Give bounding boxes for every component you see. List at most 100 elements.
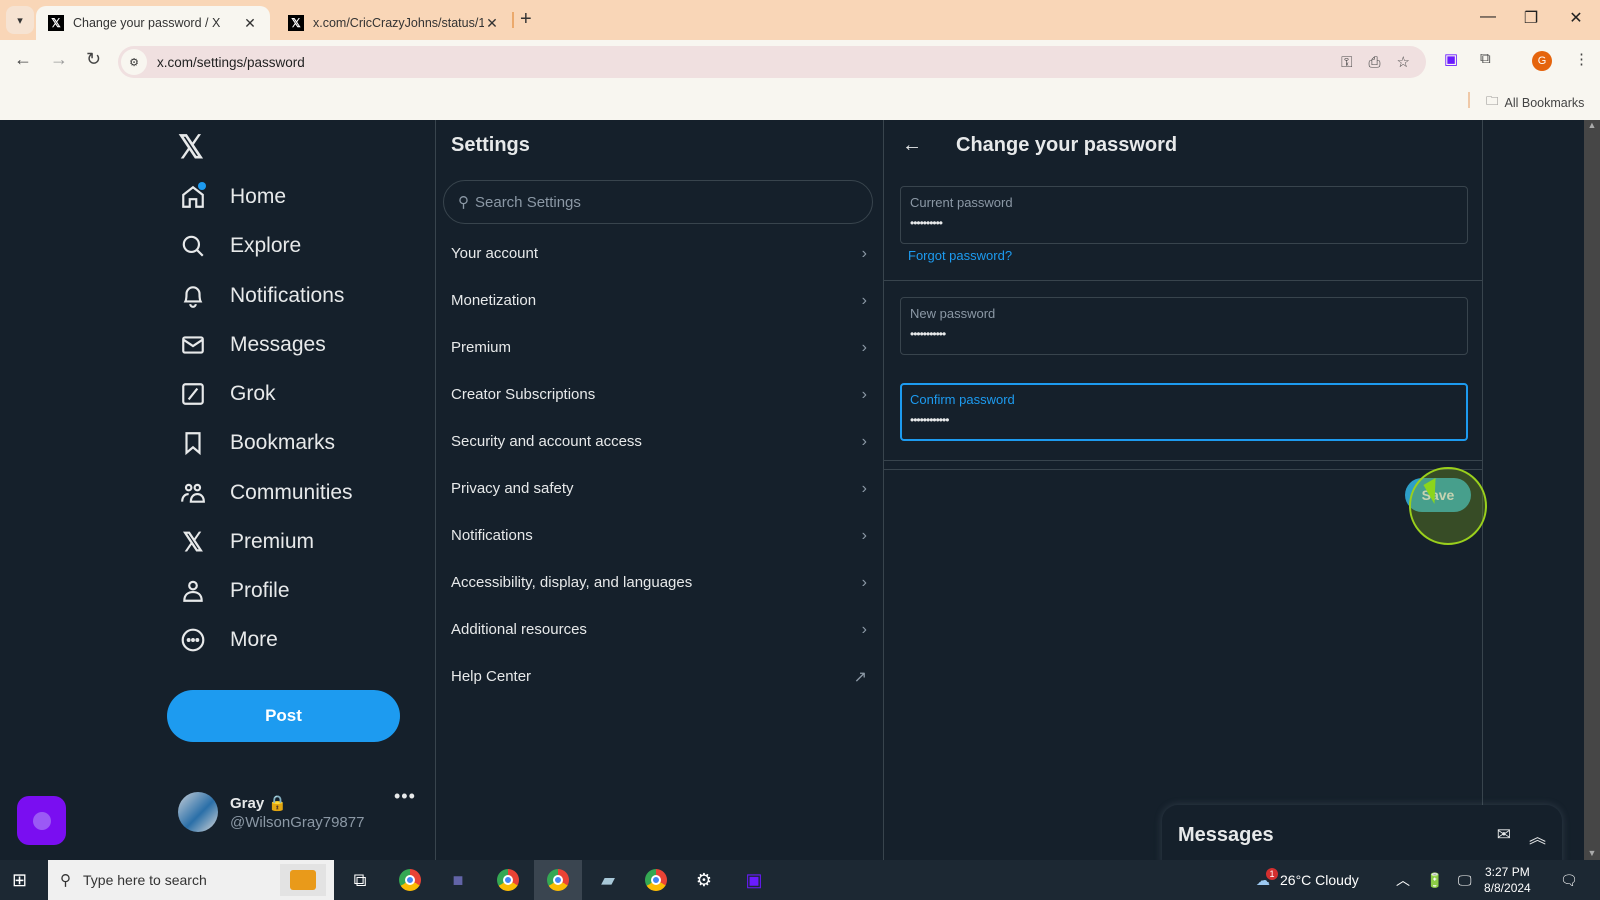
- chevron-right-icon: ›: [861, 526, 867, 544]
- settings-item-premium[interactable]: Premium ›: [435, 324, 883, 371]
- forward-icon[interactable]: →: [50, 49, 68, 70]
- close-tab-icon[interactable]: ✕: [484, 15, 500, 32]
- settings-item-label: Creator Subscriptions: [451, 386, 596, 403]
- address-bar[interactable]: ⚙ x.com/settings/password ⚿ ⎙ ☆: [118, 46, 1426, 78]
- chrome-profile-icon[interactable]: [484, 860, 532, 900]
- settings-gear-icon[interactable]: ⚙: [680, 860, 728, 900]
- bookmark-separator: [1468, 92, 1470, 108]
- clock[interactable]: 3:27 PM 8/8/2024: [1484, 864, 1531, 896]
- windows-start-icon[interactable]: ⊞: [12, 870, 27, 891]
- close-window-icon[interactable]: ✕: [1553, 8, 1599, 28]
- settings-item-creator-subscriptions[interactable]: Creator Subscriptions ›: [435, 371, 883, 418]
- nav-bookmarks[interactable]: Bookmarks: [178, 428, 335, 458]
- account-switcher[interactable]: Gray 🔒 @WilsonGray79877: [178, 792, 364, 832]
- url-text[interactable]: x.com/settings/password: [157, 55, 1341, 70]
- account-handle: @WilsonGray79877: [230, 813, 365, 831]
- settings-item-accessibility[interactable]: Accessibility, display, and languages ›: [435, 559, 883, 606]
- star-icon[interactable]: ☆: [1397, 53, 1410, 71]
- chevron-right-icon: ›: [861, 291, 867, 309]
- page-title: Change your password: [956, 134, 1178, 156]
- x-logo-icon[interactable]: 𝕏: [178, 128, 204, 166]
- battery-icon[interactable]: 🔋: [1426, 860, 1443, 900]
- briefcase-icon[interactable]: [280, 864, 326, 896]
- expand-up-icon[interactable]: ︽: [1529, 823, 1546, 848]
- teams-icon[interactable]: ■: [434, 860, 482, 900]
- site-info-icon[interactable]: ⚙: [121, 49, 147, 75]
- account-name: Gray: [230, 794, 265, 812]
- tab-search-button[interactable]: ▾: [6, 6, 34, 34]
- settings-item-additional-resources[interactable]: Additional resources ›: [435, 606, 883, 653]
- settings-item-label: Notifications: [451, 527, 533, 544]
- nav-label: More: [230, 628, 278, 651]
- reload-icon[interactable]: ↻: [86, 49, 101, 70]
- post-button[interactable]: Post: [167, 690, 400, 742]
- time: 3:27 PM: [1485, 865, 1530, 879]
- x-logo-icon: 𝕏: [48, 15, 64, 31]
- extension-icon[interactable]: ▣: [1444, 50, 1458, 68]
- chevron-right-icon: ›: [861, 573, 867, 591]
- nav-premium[interactable]: 𝕏 Premium: [178, 527, 315, 557]
- tab-change-password[interactable]: 𝕏 Change your password / X ✕: [36, 6, 270, 40]
- field-value[interactable]: ••••••••••••: [910, 413, 1458, 427]
- network-icon[interactable]: 🖵: [1458, 860, 1472, 900]
- save-button[interactable]: Save: [1405, 478, 1471, 512]
- notes-app-icon[interactable]: ▰: [584, 860, 632, 900]
- settings-item-notifications[interactable]: Notifications ›: [435, 512, 883, 559]
- chrome-active-icon[interactable]: [534, 860, 582, 900]
- messages-drawer[interactable]: Messages ✉ ︽: [1162, 805, 1562, 860]
- action-center-icon[interactable]: 🗨: [1560, 860, 1578, 900]
- section-divider: [884, 280, 1482, 281]
- taskbar-search-input[interactable]: ⚲ Type here to search: [48, 860, 334, 900]
- all-bookmarks-button[interactable]: 🗀 All Bookmarks: [1486, 92, 1584, 113]
- puzzle-icon[interactable]: ⧉: [1480, 50, 1491, 67]
- settings-item-help-center[interactable]: Help Center ↗: [435, 653, 883, 700]
- settings-item-monetization[interactable]: Monetization ›: [435, 277, 883, 324]
- chrome-icon[interactable]: [386, 860, 434, 900]
- key-icon[interactable]: ⚿: [1341, 54, 1352, 71]
- menu-kebab-icon[interactable]: ⋮: [1574, 50, 1589, 68]
- nav-more[interactable]: More: [178, 625, 278, 655]
- restore-icon[interactable]: ❐: [1508, 8, 1554, 28]
- tab-status[interactable]: 𝕏 x.com/CricCrazyJohns/status/18 ✕: [276, 6, 512, 40]
- page-scrollbar[interactable]: ▲ ▼: [1584, 120, 1600, 860]
- profile-avatar[interactable]: G: [1532, 51, 1552, 71]
- nav-communities[interactable]: Communities: [178, 478, 353, 508]
- back-arrow-icon[interactable]: ←: [902, 134, 922, 157]
- field-value[interactable]: ••••••••••: [910, 216, 1458, 230]
- field-value[interactable]: •••••••••••: [910, 327, 1458, 341]
- settings-item-privacy[interactable]: Privacy and safety ›: [435, 465, 883, 512]
- external-link-icon: ↗: [853, 668, 867, 686]
- settings-item-security[interactable]: Security and account access ›: [435, 418, 883, 465]
- weather-widget[interactable]: ☁ 1 26°C Cloudy: [1256, 860, 1359, 900]
- close-tab-icon[interactable]: ✕: [242, 15, 258, 32]
- new-password-field[interactable]: New password •••••••••••: [900, 297, 1468, 355]
- show-hidden-icons[interactable]: ︿: [1396, 860, 1410, 900]
- nav-explore[interactable]: Explore: [178, 231, 301, 261]
- install-app-icon[interactable]: ⎙: [1369, 54, 1381, 71]
- task-view-icon[interactable]: ⧉: [336, 860, 384, 900]
- current-password-field[interactable]: Current password ••••••••••: [900, 186, 1468, 244]
- forgot-password-link[interactable]: Forgot password?: [908, 248, 1012, 263]
- browser-tab-strip: ▾ 𝕏 Change your password / X ✕ 𝕏 x.com/C…: [0, 0, 1600, 40]
- app-launcher-icon[interactable]: ▣: [730, 860, 778, 900]
- nav-notifications[interactable]: Notifications: [178, 281, 344, 311]
- new-message-icon[interactable]: ✉: [1497, 825, 1511, 845]
- back-icon[interactable]: ←: [14, 49, 32, 70]
- chrome-profile-icon[interactable]: [632, 860, 680, 900]
- search-settings-input[interactable]: ⚲ Search Settings: [443, 180, 873, 224]
- nav-grok[interactable]: Grok: [178, 379, 276, 409]
- all-bookmarks-label: All Bookmarks: [1504, 95, 1585, 110]
- new-tab-button[interactable]: +: [520, 8, 532, 31]
- settings-item-label: Premium: [451, 339, 512, 356]
- nav-messages[interactable]: Messages: [178, 330, 326, 360]
- grok-floating-button[interactable]: [17, 796, 66, 845]
- account-more-icon[interactable]: •••: [394, 786, 416, 807]
- confirm-password-field[interactable]: Confirm password ••••••••••••: [900, 383, 1468, 441]
- settings-item-label: Accessibility, display, and languages: [451, 574, 693, 591]
- nav-home[interactable]: Home: [178, 182, 286, 212]
- nav-profile[interactable]: Profile: [178, 576, 290, 606]
- scroll-down-icon[interactable]: ▼: [1584, 848, 1600, 858]
- scroll-up-icon[interactable]: ▲: [1584, 120, 1600, 130]
- minimize-icon[interactable]: —: [1465, 8, 1511, 26]
- settings-item-your-account[interactable]: Your account ›: [435, 230, 883, 277]
